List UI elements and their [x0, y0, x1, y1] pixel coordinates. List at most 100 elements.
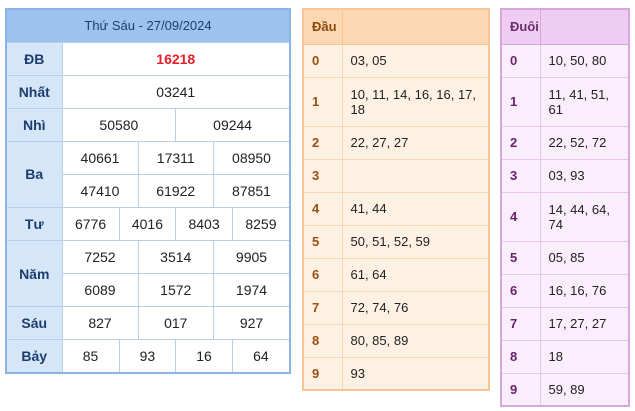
loto-tail-numbers: 05, 85 [539, 240, 630, 275]
prize-value-ba: 08950 [213, 141, 289, 174]
loto-head-digit: 6 [302, 257, 343, 292]
prize-value-nam: 7252 [62, 241, 138, 274]
prize-row-nhat: Nhất 03241 [5, 74, 291, 109]
prize-row-nhi: Nhì 50580 09244 [5, 107, 291, 142]
loto-head-row: 3 [302, 158, 490, 193]
loto-head-digit: 8 [302, 323, 343, 358]
loto-head-row: 1 10, 11, 14, 16, 16, 17, 18 [302, 76, 490, 127]
loto-tail-digit: 8 [500, 339, 541, 374]
loto-tail-row: 9 59, 89 [500, 372, 630, 407]
prize-value-nhat: 03241 [61, 74, 291, 109]
loto-tail-numbers: 16, 16, 76 [539, 273, 630, 308]
loto-head-numbers: 22, 27, 27 [341, 125, 490, 160]
loto-tail-row: 0 10, 50, 80 [500, 43, 630, 78]
prize-value-sau: 827 [62, 307, 138, 340]
prize-value-tu: 8403 [175, 207, 233, 241]
prize-value-ba: 47410 [62, 174, 138, 207]
loto-head-table: Đầu 0 03, 05 1 10, 11, 14, 16, 16, 17, 18 … [302, 8, 490, 391]
prize-row-nam: Năm 7252 3514 9905 [5, 240, 291, 308]
results-date-title: Thứ Sáu - 27/09/2024 [5, 8, 291, 43]
loto-tail-row: 2 22, 52, 72 [500, 125, 630, 160]
prize-label-tu: Tư [5, 206, 63, 242]
loto-tail-digit: 9 [500, 372, 541, 407]
prize-row-sau: Sáu 827 017 927 [5, 306, 291, 341]
loto-tail-numbers: 11, 41, 51, 61 [539, 76, 630, 127]
loto-head-digit: 4 [302, 191, 343, 226]
loto-tail-row: 6 16, 16, 76 [500, 273, 630, 308]
loto-head-digit: 0 [302, 43, 343, 78]
prize-label-nhi: Nhì [5, 107, 63, 142]
prize-row-bay: Bảy 85 93 16 64 [5, 339, 291, 374]
prize-value-nhi: 09244 [175, 108, 289, 141]
prize-value-nam: 1974 [213, 274, 289, 307]
prize-value-ba: 40661 [62, 141, 138, 174]
loto-tail-numbers: 03, 93 [539, 158, 630, 193]
prize-value-ba: 61922 [137, 174, 214, 207]
prize-label-nhat: Nhất [5, 74, 63, 109]
loto-tail-digit: 1 [500, 76, 541, 127]
loto-tail-row: 1 11, 41, 51, 61 [500, 76, 630, 127]
prize-value-nam: 1572 [137, 274, 214, 307]
loto-tail-numbers: 14, 44, 64, 74 [539, 191, 630, 242]
loto-head-numbers: 93 [341, 356, 490, 391]
loto-head-numbers: 10, 11, 14, 16, 16, 17, 18 [341, 76, 490, 127]
loto-head-digit: 2 [302, 125, 343, 160]
loto-head-row: 6 61, 64 [302, 257, 490, 292]
prize-value-tu: 8259 [231, 207, 289, 241]
prize-label-ba: Ba [5, 140, 63, 208]
prize-value-tu: 6776 [62, 207, 120, 241]
loto-tail-digit: 5 [500, 240, 541, 275]
loto-tail-row: 4 14, 44, 64, 74 [500, 191, 630, 242]
prize-value-bay: 93 [118, 340, 176, 372]
prize-label-sau: Sáu [5, 306, 63, 341]
prize-value-ba: 87851 [213, 174, 289, 207]
loto-head-row: 5 50, 51, 52, 59 [302, 224, 490, 259]
loto-tail-numbers: 22, 52, 72 [539, 125, 630, 160]
prize-value-sau: 927 [213, 307, 289, 340]
loto-head-numbers: 41, 44 [341, 191, 490, 226]
loto-head-row: 8 80, 85, 89 [302, 323, 490, 358]
loto-head-header: Đầu [302, 8, 343, 45]
loto-head-digit: 1 [302, 76, 343, 127]
loto-head-row: 9 93 [302, 356, 490, 391]
prize-row-db: ĐB 16218 [5, 41, 291, 76]
loto-tail-table: Đuôi 0 10, 50, 80 1 11, 41, 51, 61 2 22, 52… [500, 8, 630, 407]
prize-value-ba: 17311 [137, 141, 214, 174]
loto-head-digit: 3 [302, 158, 343, 193]
loto-tail-digit: 6 [500, 273, 541, 308]
loto-tail-header: Đuôi [500, 8, 541, 45]
prize-value-nam: 3514 [137, 241, 214, 274]
loto-tail-row: 3 03, 93 [500, 158, 630, 193]
prize-value-bay: 64 [231, 340, 289, 372]
prize-value-bay: 16 [175, 340, 233, 372]
prize-value-tu: 4016 [118, 207, 176, 241]
loto-head-digit: 9 [302, 356, 343, 391]
loto-tail-numbers: 10, 50, 80 [539, 43, 630, 78]
loto-head-numbers: 61, 64 [341, 257, 490, 292]
loto-tail-numbers: 59, 89 [539, 372, 630, 407]
loto-tail-digit: 4 [500, 191, 541, 242]
loto-head-digit: 7 [302, 290, 343, 325]
prize-value-sau: 017 [137, 307, 214, 340]
loto-head-numbers: 72, 74, 76 [341, 290, 490, 325]
lottery-results-table: Thứ Sáu - 27/09/2024 ĐB 16218 Nhất 03241… [5, 8, 291, 374]
loto-head-numbers: 80, 85, 89 [341, 323, 490, 358]
loto-head-row: 7 72, 74, 76 [302, 290, 490, 325]
loto-tail-row: 5 05, 85 [500, 240, 630, 275]
loto-head-numbers: 03, 05 [341, 43, 490, 78]
prize-value-nam: 6089 [62, 274, 138, 307]
prize-value-db: 16218 [61, 41, 291, 76]
prize-row-tu: Tư 6776 4016 8403 8259 [5, 206, 291, 242]
loto-tail-row: 7 17, 27, 27 [500, 306, 630, 341]
prize-value-nam: 9905 [213, 241, 289, 274]
loto-head-row: 0 03, 05 [302, 43, 490, 78]
loto-tail-digit: 3 [500, 158, 541, 193]
loto-tail-digit: 2 [500, 125, 541, 160]
loto-head-row: 2 22, 27, 27 [302, 125, 490, 160]
loto-tail-digit: 7 [500, 306, 541, 341]
prize-value-nhi: 50580 [62, 108, 176, 141]
loto-tail-row: 8 18 [500, 339, 630, 374]
loto-head-numbers: 50, 51, 52, 59 [341, 224, 490, 259]
loto-head-digit: 5 [302, 224, 343, 259]
loto-tail-numbers: 17, 27, 27 [539, 306, 630, 341]
